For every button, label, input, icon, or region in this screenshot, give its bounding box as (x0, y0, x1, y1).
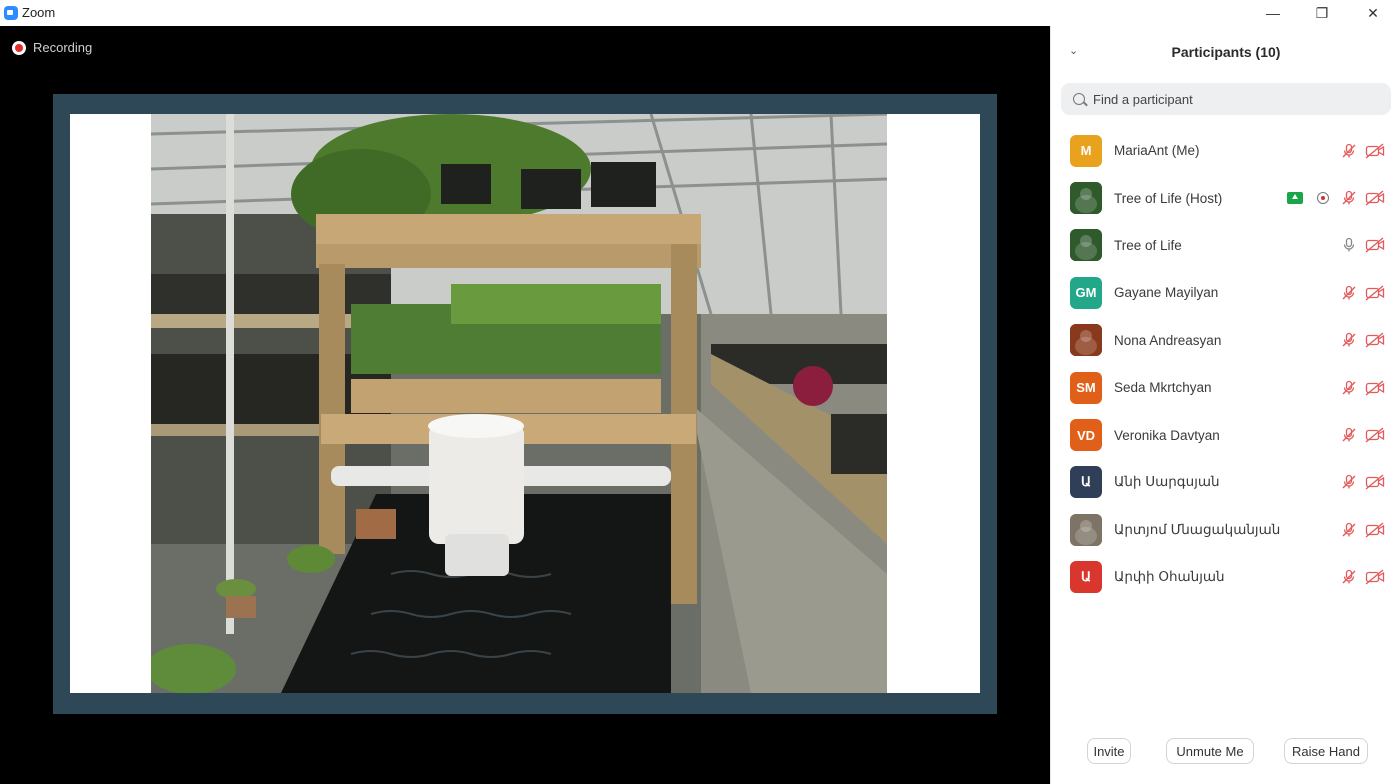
participant-name: Արտյոմ Մնացականյան (1114, 521, 1281, 537)
participant-row[interactable]: M MariaAnt (Me) (1051, 127, 1400, 174)
recording-icon (12, 40, 26, 55)
search-input[interactable] (1093, 91, 1373, 107)
mic-muted-icon[interactable] (1341, 285, 1357, 301)
video-off-icon[interactable] (1365, 474, 1385, 490)
participant-avatar: SM (1070, 371, 1102, 404)
window-title: Zoom (22, 5, 56, 20)
participant-avatar (1070, 513, 1102, 546)
video-off-icon[interactable] (1365, 143, 1385, 159)
participant-name: Tree of Life (1114, 237, 1182, 253)
video-off-icon[interactable] (1365, 522, 1385, 538)
mic-muted-icon[interactable] (1341, 427, 1357, 443)
shared-slide (70, 114, 980, 693)
participant-row[interactable]: Ա Անի Սարգսյան (1051, 459, 1400, 506)
search-icon (1073, 93, 1085, 105)
video-off-icon[interactable] (1365, 569, 1385, 585)
video-off-icon[interactable] (1365, 427, 1385, 443)
screen-share-icon (1287, 192, 1303, 205)
participant-row[interactable]: Nona Andreasyan (1051, 317, 1400, 364)
participant-row[interactable]: Ա Արփի Օհանյան (1051, 554, 1400, 601)
mic-muted-icon[interactable] (1341, 190, 1357, 206)
participant-row[interactable]: SM Seda Mkrtchyan (1051, 364, 1400, 411)
close-button[interactable]: ✕ (1350, 0, 1396, 26)
video-off-icon[interactable] (1365, 237, 1385, 254)
participant-avatar: GM (1070, 276, 1102, 309)
restore-button[interactable]: ❐ (1299, 0, 1345, 26)
participant-name: Seda Mkrtchyan (1114, 380, 1212, 396)
mic-muted-icon[interactable] (1341, 143, 1357, 159)
participant-avatar: M (1070, 134, 1102, 167)
participant-avatar: Ա (1070, 466, 1102, 499)
video-off-icon[interactable] (1365, 190, 1385, 206)
video-off-icon[interactable] (1365, 332, 1385, 348)
participant-name: Արփի Օհանյան (1114, 569, 1225, 585)
mic-icon[interactable] (1341, 237, 1357, 253)
zoom-logo-icon (4, 6, 18, 20)
participant-row[interactable]: Tree of Life (Host) (1051, 174, 1400, 221)
unmute-button[interactable]: Unmute Me (1166, 738, 1254, 764)
recording-indicator[interactable]: Recording (12, 40, 92, 55)
participant-list: M MariaAnt (Me) Tree of Life (Host) Tree of… (1051, 127, 1400, 601)
video-off-icon[interactable] (1365, 380, 1385, 396)
participant-name: Nona Andreasyan (1114, 332, 1222, 348)
recording-status-icon (1317, 192, 1329, 205)
mic-muted-icon[interactable] (1341, 380, 1357, 396)
participants-panel: ⌄ Participants (10) MMariaAnt (Me)Tree o… (1050, 26, 1400, 784)
participant-row[interactable]: VD Veronika Davtyan (1051, 411, 1400, 458)
greenhouse-aquaponics-photo (151, 114, 887, 693)
participant-avatar: Ա (1070, 561, 1102, 594)
participant-avatar (1070, 229, 1102, 262)
recording-label: Recording (33, 40, 93, 55)
title-bar: Zoom — ❐ ✕ (0, 0, 1400, 26)
greenhouse-photo-drawing (151, 114, 887, 693)
minimize-button[interactable]: — (1250, 0, 1296, 26)
participant-avatar: VD (1070, 419, 1102, 452)
participants-title: Participants (10) (1171, 44, 1281, 60)
mic-muted-icon[interactable] (1341, 332, 1357, 348)
participant-avatar (1070, 182, 1102, 215)
raise-hand-button[interactable]: Raise Hand (1284, 738, 1368, 764)
meeting-view[interactable]: Recording (0, 26, 1050, 784)
participant-avatar (1070, 324, 1102, 357)
mic-muted-icon[interactable] (1341, 569, 1357, 585)
participant-row[interactable]: GM Gayane Mayilyan (1051, 269, 1400, 316)
shared-screen-frame (53, 94, 997, 714)
participant-row[interactable]: Արտյոմ Մնացականյան (1051, 506, 1400, 553)
mic-muted-icon[interactable] (1341, 474, 1357, 490)
participant-name: MariaAnt (Me) (1114, 143, 1200, 159)
mic-muted-icon[interactable] (1341, 522, 1357, 538)
participant-name: Անի Սարգսյան (1114, 474, 1220, 490)
participant-row[interactable]: Tree of Life (1051, 222, 1400, 269)
invite-button[interactable]: Invite (1087, 738, 1131, 764)
video-off-icon[interactable] (1365, 285, 1385, 301)
participant-search[interactable] (1061, 83, 1391, 115)
participant-name: Gayane Mayilyan (1114, 285, 1219, 301)
participant-name: Veronika Davtyan (1114, 427, 1220, 443)
participant-name: Tree of Life (Host) (1114, 190, 1223, 206)
